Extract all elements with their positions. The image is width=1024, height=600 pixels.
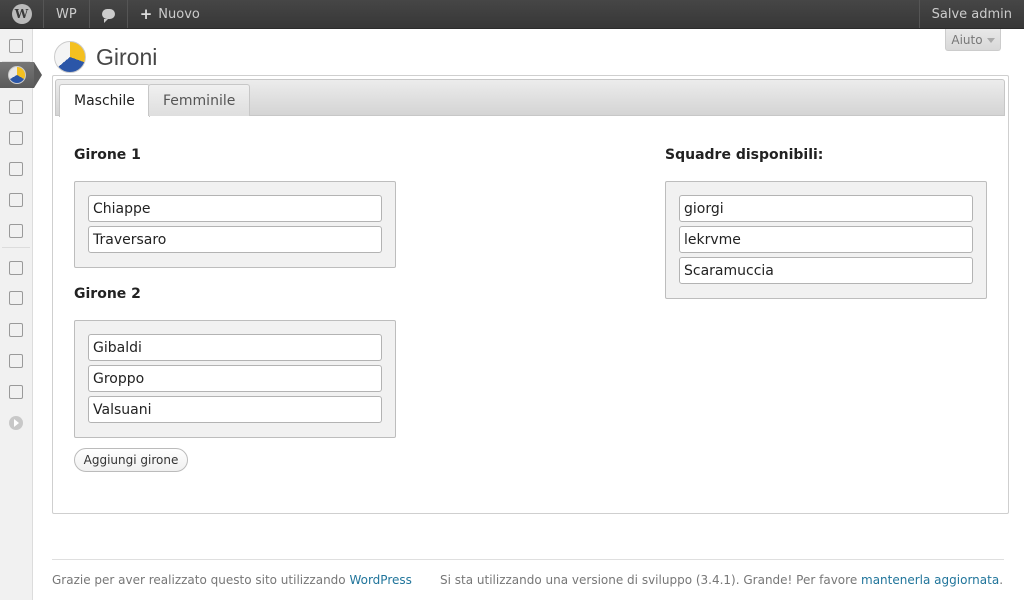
footer-thanks-text: Grazie per aver realizzato questo sito u… [52, 573, 350, 587]
menu-tools[interactable] [0, 348, 32, 374]
menu-users[interactable] [0, 317, 32, 343]
new-content-label: Nuovo [158, 6, 200, 22]
team-item[interactable]: lekrvme [679, 226, 973, 253]
menu-media[interactable] [0, 125, 32, 151]
media-icon [9, 131, 23, 145]
site-name-label: WP [56, 6, 77, 22]
volleyball-icon [54, 41, 86, 73]
footer-version: Si sta utilizzando una versione di svilu… [440, 573, 1003, 587]
caret-down-icon [986, 37, 995, 43]
team-item[interactable]: Traversaro [88, 226, 382, 253]
menu-tournament[interactable] [0, 62, 42, 88]
pages-icon [9, 193, 23, 207]
menu-separator [2, 247, 30, 248]
update-link[interactable]: mantenerla aggiornata [861, 573, 999, 587]
wp-logo-menu[interactable]: W [0, 0, 44, 28]
wordpress-logo-icon: W [11, 4, 32, 24]
settings-icon [9, 385, 23, 399]
menu-plugins[interactable] [0, 285, 32, 311]
new-content-menu[interactable]: + Nuovo [128, 0, 212, 28]
group-2-heading: Girone 2 [74, 286, 141, 302]
tab-femminile[interactable]: Femminile [148, 84, 251, 116]
team-item[interactable]: Gibaldi [88, 334, 382, 361]
footer-thanks: Grazie per aver realizzato questo sito u… [52, 573, 412, 587]
site-name-menu[interactable]: WP [44, 0, 90, 28]
group-2-box[interactable]: Gibaldi Groppo Valsuani [74, 320, 396, 438]
links-icon [9, 162, 23, 176]
plugins-icon [9, 291, 23, 305]
help-tab-button[interactable]: Aiuto [945, 29, 1001, 51]
posts-icon [9, 100, 23, 114]
comments-menu[interactable] [90, 0, 128, 28]
footer-version-end: . [999, 573, 1004, 587]
page-title: Gironi [96, 44, 158, 70]
menu-links[interactable] [0, 156, 32, 182]
group-1-box[interactable]: Chiappe Traversaro [74, 181, 396, 268]
account-label: Salve admin [931, 6, 1012, 22]
dashboard-icon [9, 39, 23, 53]
team-item[interactable]: giorgi [679, 195, 973, 222]
wordpress-link[interactable]: WordPress [349, 573, 411, 587]
comment-bubble-icon [101, 9, 115, 23]
tools-icon [9, 354, 23, 368]
tab-label: Femminile [163, 92, 236, 109]
menu-pages[interactable] [0, 187, 32, 213]
add-group-button[interactable]: Aggiungi girone [74, 448, 188, 472]
menu-settings[interactable] [0, 379, 32, 405]
admin-bar: W WP + Nuovo Salve admin [0, 0, 1024, 29]
tab-label: Maschile [74, 93, 135, 109]
menu-appearance[interactable] [0, 255, 32, 281]
available-teams-box[interactable]: giorgi lekrvme Scaramuccia [665, 181, 987, 299]
menu-dashboard[interactable] [0, 33, 32, 59]
team-item[interactable]: Chiappe [88, 195, 382, 222]
users-icon [9, 323, 23, 337]
tab-maschile[interactable]: Maschile [59, 84, 150, 117]
available-teams-heading: Squadre disponibili: [665, 147, 824, 163]
team-item[interactable]: Scaramuccia [679, 257, 973, 284]
admin-menu [0, 29, 42, 600]
appearance-icon [9, 261, 23, 275]
footer-version-text: Si sta utilizzando una versione di svilu… [440, 573, 862, 587]
menu-posts[interactable] [0, 94, 32, 120]
help-tab-label: Aiuto [951, 32, 983, 47]
collapse-menu-button[interactable] [0, 410, 32, 436]
team-item[interactable]: Groppo [88, 365, 382, 392]
comments-icon [9, 224, 23, 238]
my-account-menu[interactable]: Salve admin [918, 0, 1024, 28]
team-item[interactable]: Valsuani [88, 396, 382, 423]
group-1-heading: Girone 1 [74, 147, 141, 163]
tournament-icon [8, 66, 26, 84]
admin-bar-spacer [212, 0, 919, 28]
collapse-menu-icon [9, 416, 23, 430]
plus-icon: + [139, 5, 153, 23]
menu-comments[interactable] [0, 218, 32, 244]
footer-divider [52, 559, 1004, 560]
